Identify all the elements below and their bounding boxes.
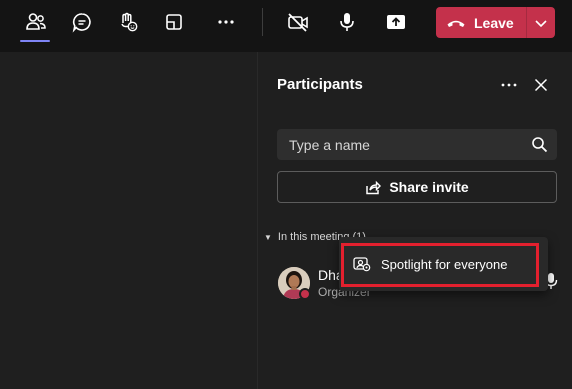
more-actions-button[interactable] [210,6,242,38]
meeting-stage [0,52,257,389]
panel-close-button[interactable] [530,74,552,96]
leave-label: Leave [474,14,514,31]
close-icon [534,78,548,92]
panel-title: Participants [277,76,363,93]
leave-button-group: Leave [436,7,555,38]
share-tray-button[interactable] [380,6,412,38]
hang-up-icon [447,20,465,27]
leave-options-button[interactable] [527,7,555,38]
presence-badge [299,288,311,300]
chat-icon [72,13,91,33]
share-invite-label: Share invite [389,179,469,195]
panel-more-button[interactable] [498,74,520,96]
participants-panel: Participants Share invite ▼ In this meet… [258,52,572,389]
mic-icon [340,13,354,31]
active-tab-indicator [20,40,50,42]
participant-search [277,129,557,160]
people-icon [26,13,46,30]
meeting-toolbar: Leave [0,0,572,52]
share-icon [366,180,382,194]
raise-hand-button[interactable] [112,6,144,38]
more-icon [218,20,234,24]
chat-button[interactable] [66,6,98,38]
leave-button[interactable]: Leave [436,7,526,38]
camera-off-icon [288,13,308,32]
caret-down-icon: ▼ [264,232,272,242]
more-icon [501,83,517,87]
chevron-down-icon [535,19,547,27]
share-tray-icon [387,15,405,29]
search-icon[interactable] [531,136,548,153]
search-input[interactable] [277,129,517,160]
rooms-icon [166,14,182,30]
mic-toggle-button[interactable] [331,6,363,38]
rooms-button[interactable] [158,6,190,38]
camera-toggle-button[interactable] [282,6,314,38]
people-button[interactable] [20,6,52,38]
toolbar-divider [262,8,263,36]
raise-hand-icon [121,12,138,32]
share-invite-button[interactable]: Share invite [277,171,557,203]
annotation-highlight-box [341,243,539,287]
